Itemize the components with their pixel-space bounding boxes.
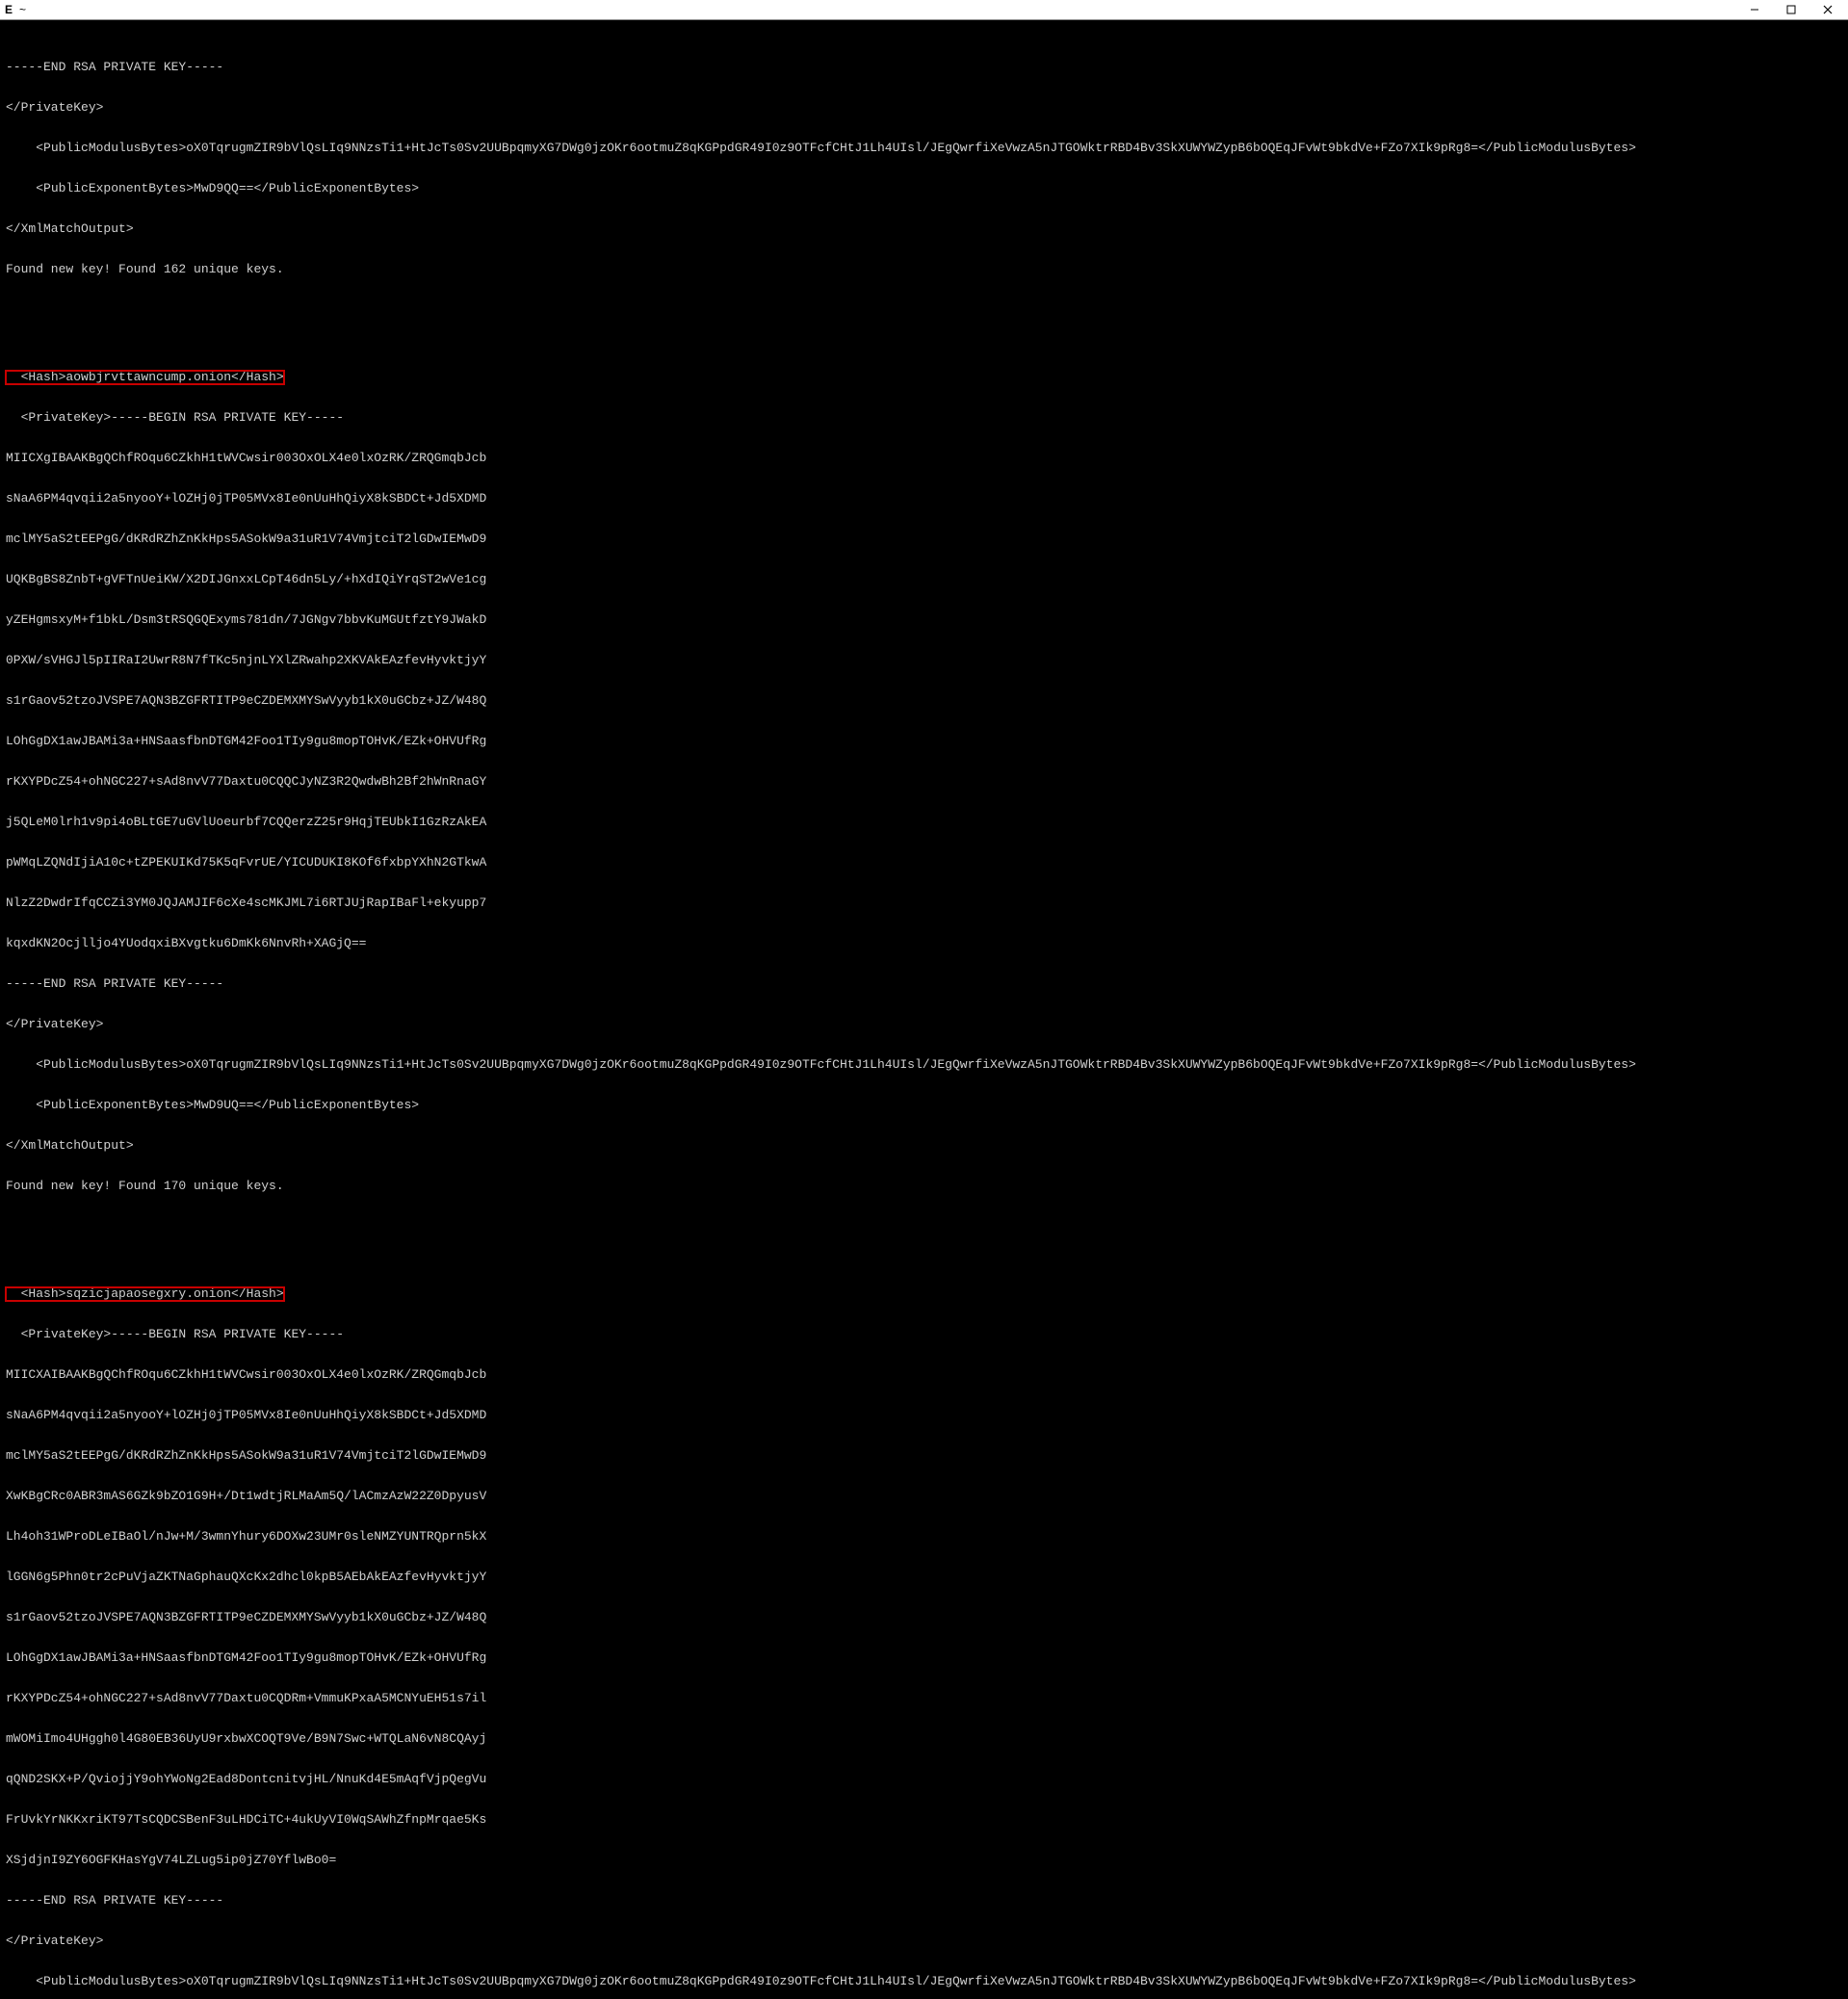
- output-line: <PublicModulusBytes>oX0TqrugmZIR9bVlQsLI…: [6, 1975, 1842, 1988]
- output-line: kqxdKN2Ocjlljo4YUodqxiBXvgtku6DmKk6NnvRh…: [6, 937, 1842, 950]
- minimize-button[interactable]: [1736, 0, 1773, 19]
- hash-line: <Hash>aowbjrvttawncump.onion</Hash>: [6, 371, 1842, 384]
- output-line: <PrivateKey>-----BEGIN RSA PRIVATE KEY--…: [6, 1328, 1842, 1341]
- output-line: Found new key! Found 162 unique keys.: [6, 263, 1842, 276]
- output-line: 0PXW/sVHGJl5pIIRaI2UwrR8N7fTKc5njnLYXlZR…: [6, 654, 1842, 667]
- output-line: qQND2SKX+P/QviojjY9ohYWoNg2Ead8Dontcnitv…: [6, 1773, 1842, 1786]
- output-line: LOhGgDX1awJBAMi3a+HNSaasfbnDTGM42Foo1TIy…: [6, 735, 1842, 748]
- output-line: </PrivateKey>: [6, 101, 1842, 115]
- maximize-button[interactable]: [1773, 0, 1809, 19]
- output-line: Lh4oh31WProDLeIBaOl/nJw+M/3wmnYhury6DOXw…: [6, 1530, 1842, 1544]
- output-line: UQKBgBS8ZnbT+gVFTnUeiKW/X2DIJGnxxLCpT46d…: [6, 573, 1842, 586]
- hash-highlight: <Hash>sqzicjapaosegxry.onion</Hash>: [6, 1287, 284, 1301]
- output-line: <PublicExponentBytes>MwD9QQ==</PublicExp…: [6, 182, 1842, 195]
- output-line: [6, 303, 1842, 317]
- output-line: -----END RSA PRIVATE KEY-----: [6, 61, 1842, 74]
- output-line: XSjdjnI9ZY6OGFKHasYgV74LZLug5ip0jZ70Yflw…: [6, 1854, 1842, 1867]
- output-line: sNaA6PM4qvqii2a5nyooY+lOZHj0jTP05MVx8Ie0…: [6, 1409, 1842, 1422]
- titlebar-left: E ~: [2, 3, 26, 16]
- output-line: mWOMiImo4UHggh0l4G80EB36UyU9rxbwXCOQT9Ve…: [6, 1732, 1842, 1746]
- output-line: <PublicModulusBytes>oX0TqrugmZIR9bVlQsLI…: [6, 1058, 1842, 1072]
- app-icon: E: [2, 3, 15, 16]
- output-line: rKXYPDcZ54+ohNGC227+sAd8nvV77Daxtu0CQQCJ…: [6, 775, 1842, 789]
- output-line: mclMY5aS2tEEPgG/dKRdRZhZnKkHps5ASokW9a31…: [6, 532, 1842, 546]
- output-line: LOhGgDX1awJBAMi3a+HNSaasfbnDTGM42Foo1TIy…: [6, 1651, 1842, 1665]
- hash-highlight: <Hash>aowbjrvttawncump.onion</Hash>: [6, 371, 284, 384]
- output-line: sNaA6PM4qvqii2a5nyooY+lOZHj0jTP05MVx8Ie0…: [6, 492, 1842, 506]
- output-line: s1rGaov52tzoJVSPE7AQN3BZGFRTITP9eCZDEMXM…: [6, 694, 1842, 708]
- output-line: <PublicModulusBytes>oX0TqrugmZIR9bVlQsLI…: [6, 142, 1842, 155]
- output-line: MIICXgIBAAKBgQChfROqu6CZkhH1tWVCwsir003O…: [6, 452, 1842, 465]
- output-line: -----END RSA PRIVATE KEY-----: [6, 977, 1842, 991]
- output-line: pWMqLZQNdIjiA10c+tZPEKUIKd75K5qFvrUE/YIC…: [6, 856, 1842, 870]
- hash-line: <Hash>sqzicjapaosegxry.onion</Hash>: [6, 1287, 1842, 1301]
- output-line: </PrivateKey>: [6, 1018, 1842, 1031]
- output-line: MIICXAIBAAKBgQChfROqu6CZkhH1tWVCwsir003O…: [6, 1368, 1842, 1382]
- window-title: ~: [19, 3, 26, 16]
- output-line: FrUvkYrNKKxriKT97TsCQDCSBenF3uLHDCiTC+4u…: [6, 1813, 1842, 1827]
- titlebar-buttons: [1736, 0, 1846, 19]
- output-line: Found new key! Found 170 unique keys.: [6, 1180, 1842, 1193]
- output-line: mclMY5aS2tEEPgG/dKRdRZhZnKkHps5ASokW9a31…: [6, 1449, 1842, 1463]
- output-line: j5QLeM0lrh1v9pi4oBLtGE7uGVlUoeurbf7CQQer…: [6, 816, 1842, 829]
- terminal-output[interactable]: -----END RSA PRIVATE KEY----- </PrivateK…: [0, 20, 1848, 1999]
- output-line: </PrivateKey>: [6, 1934, 1842, 1948]
- output-line: s1rGaov52tzoJVSPE7AQN3BZGFRTITP9eCZDEMXM…: [6, 1611, 1842, 1624]
- output-line: <PublicExponentBytes>MwD9UQ==</PublicExp…: [6, 1099, 1842, 1112]
- output-line: </XmlMatchOutput>: [6, 1139, 1842, 1153]
- close-button[interactable]: [1809, 0, 1846, 19]
- output-line: </XmlMatchOutput>: [6, 222, 1842, 236]
- output-line: XwKBgCRc0ABR3mAS6GZk9bZO1G9H+/Dt1wdtjRLM…: [6, 1490, 1842, 1503]
- window-titlebar: E ~: [0, 0, 1848, 20]
- output-line: -----END RSA PRIVATE KEY-----: [6, 1894, 1842, 1908]
- output-line: NlzZ2DwdrIfqCCZi3YM0JQJAMJIF6cXe4scMKJML…: [6, 896, 1842, 910]
- output-line: rKXYPDcZ54+ohNGC227+sAd8nvV77Daxtu0CQDRm…: [6, 1692, 1842, 1705]
- output-line: [6, 1220, 1842, 1233]
- output-line: <PrivateKey>-----BEGIN RSA PRIVATE KEY--…: [6, 411, 1842, 425]
- output-line: yZEHgmsxyM+f1bkL/Dsm3tRSQGQExyms781dn/7J…: [6, 613, 1842, 627]
- output-line: lGGN6g5Phn0tr2cPuVjaZKTNaGphauQXcKx2dhcl…: [6, 1571, 1842, 1584]
